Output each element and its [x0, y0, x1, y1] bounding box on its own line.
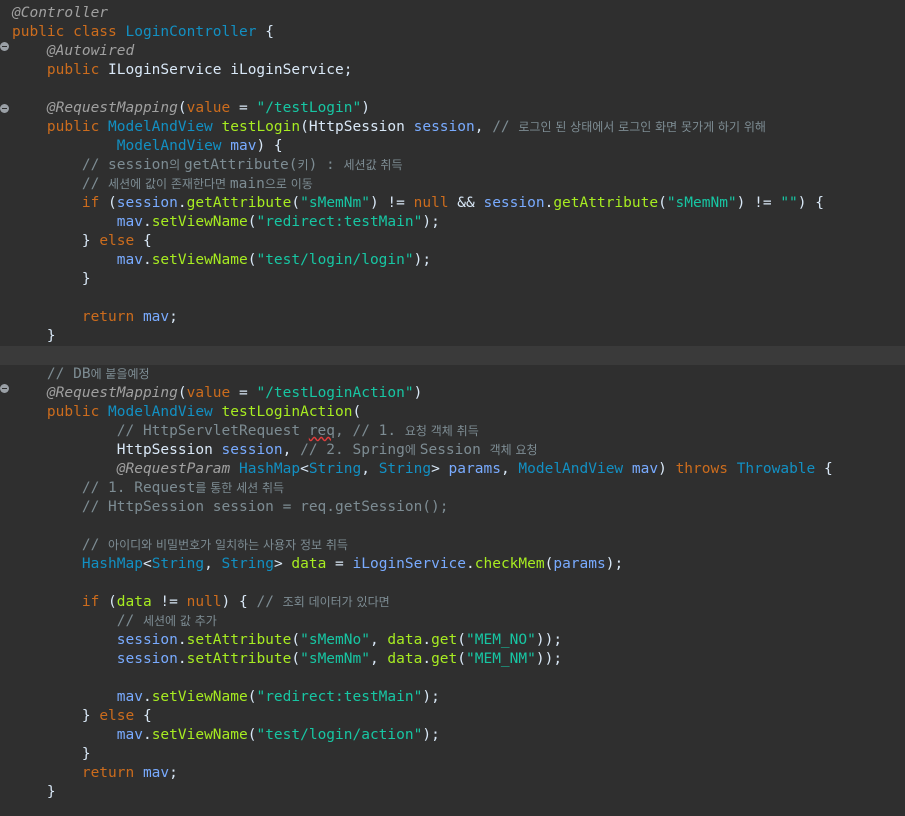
code-line: @Controller [12, 4, 905, 23]
code-line: session.setAttribute("sMemNo", data.get(… [116, 632, 563, 648]
code-line: // DB에 붙을예정 [46, 366, 150, 382]
code-line: if (data != null) { // 조회 데이터가 있다면 [81, 594, 390, 610]
code-line: // 세션에 값 추가 [116, 613, 217, 629]
code-line: } [81, 271, 91, 287]
code-line: mav.setViewName("test/login/login"); [116, 252, 432, 268]
code-line: mav.setViewName("redirect:testMain"); [116, 214, 440, 230]
code-line: // session의 getAttribute(키) : 세션값 취득 [81, 157, 403, 173]
code-line: } else { [81, 708, 152, 724]
code-editor[interactable]: @Controller public class LoginController… [0, 0, 905, 816]
code-line: return mav; [81, 309, 178, 325]
code-line: } else { [81, 233, 152, 249]
code-line: public ModelAndView testLogin(HttpSessio… [46, 119, 766, 135]
code-line: } [81, 746, 91, 762]
code-line: } [46, 328, 56, 344]
code-line: @RequestMapping(value = "/testLoginActio… [46, 385, 423, 401]
fold-toggle-icon[interactable] [0, 42, 9, 51]
code-line: session.setAttribute("sMemNm", data.get(… [116, 651, 563, 667]
fold-toggle-icon[interactable] [0, 104, 9, 113]
code-line: mav.setViewName("test/login/action"); [116, 727, 440, 743]
code-line: public ModelAndView testLoginAction( [46, 404, 362, 420]
code-line: // HttpServletRequest req, // 1. 요청 객체 취… [116, 423, 479, 439]
code-line: mav.setViewName("redirect:testMain"); [116, 689, 440, 705]
code-line: ModelAndView mav) { [116, 138, 283, 154]
annotation: @Autowired [46, 43, 135, 59]
code-line: @RequestMapping(value = "/testLogin") [46, 100, 370, 116]
code-line: // 아이디와 비밀번호가 일치하는 사용자 정보 취득 [81, 537, 348, 553]
fold-toggle-icon[interactable] [0, 384, 9, 393]
code-line: public ILoginService iLoginService; [46, 62, 353, 78]
code-line: return mav; [81, 765, 178, 781]
code-line: // 1. Request를 통한 세션 취득 [81, 480, 285, 496]
code-line: public class LoginController { [12, 24, 274, 40]
code-line: if (session.getAttribute("sMemNm") != nu… [81, 195, 824, 211]
code-line: HttpSession session, // 2. Spring에 Sessi… [116, 442, 538, 458]
current-line[interactable] [0, 346, 905, 365]
code-line: @Autowired [12, 42, 905, 61]
code-line: @RequestParam HashMap<String, String> pa… [116, 461, 833, 477]
code-line: // 세션에 값이 존재한다면 main으로 이동 [81, 176, 313, 192]
code-line: HashMap<String, String> data = iLoginSer… [81, 556, 624, 572]
code-line: } [46, 784, 56, 800]
code-line: // HttpSession session = req.getSession(… [81, 499, 449, 515]
annotation: @Controller [12, 5, 109, 21]
